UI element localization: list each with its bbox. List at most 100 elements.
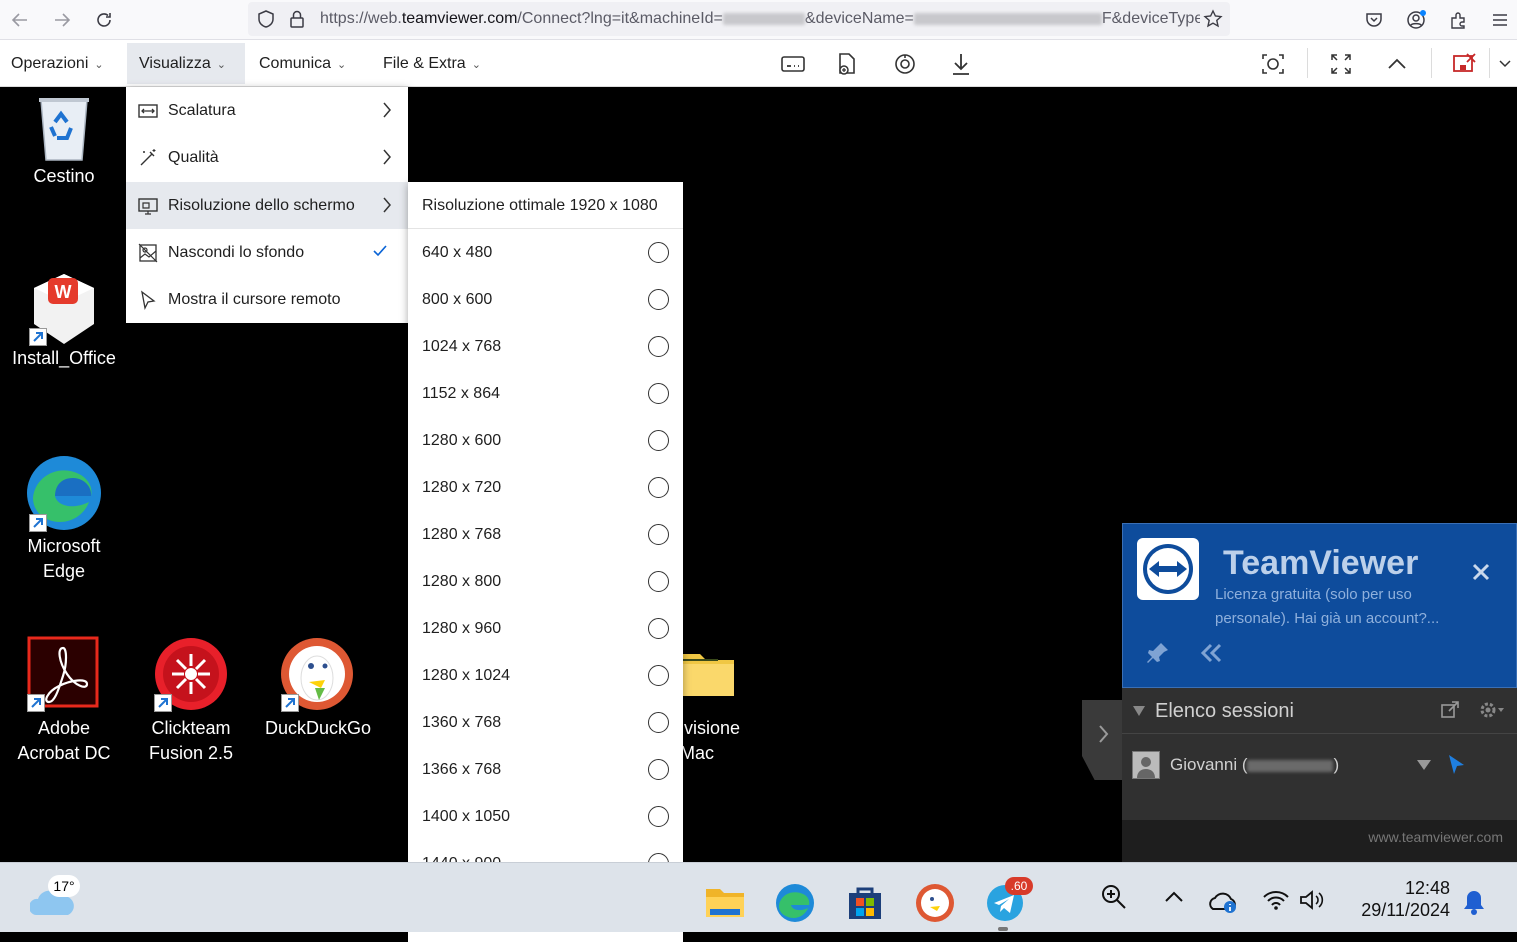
resolution-option-label: 1280 x 960 [422, 620, 502, 637]
chevron-right-icon [383, 197, 391, 213]
download-icon[interactable] [946, 49, 976, 79]
menu-item-screen-resolution[interactable]: Risoluzione dello schermo [126, 182, 408, 229]
url-bar[interactable]: https://web.teamviewer.com/Connect?lng=i… [248, 2, 1230, 36]
resolution-option[interactable]: 1152 x 864 [408, 370, 683, 417]
desktop-icon-duckduckgo[interactable]: DuckDuckGo [258, 636, 378, 741]
optimal-resolution-item[interactable]: Risoluzione ottimale 1920 x 1080 [408, 182, 683, 229]
volume-icon[interactable] [1298, 889, 1326, 911]
close-icon[interactable] [1469, 560, 1493, 584]
resolution-option[interactable]: 1366 x 768 [408, 746, 683, 793]
panel-expand-tab[interactable] [1082, 700, 1124, 780]
shield-icon[interactable] [256, 9, 276, 29]
menu-item-quality[interactable]: Qualità [126, 134, 408, 181]
resolution-option[interactable]: 1024 x 768 [408, 323, 683, 370]
radio-button[interactable] [648, 618, 669, 639]
resolution-option[interactable]: 1360 x 768 [408, 699, 683, 746]
account-icon[interactable] [1402, 6, 1430, 34]
menu-item-hide-wallpaper[interactable]: Nascondi lo sfondo [126, 229, 408, 276]
popout-icon[interactable] [1440, 700, 1460, 720]
shortcut-arrow-icon [154, 694, 172, 712]
resolution-option[interactable]: 1400 x 1050 [408, 793, 683, 840]
radio-button[interactable] [648, 759, 669, 780]
back-icon[interactable] [6, 6, 34, 34]
resolution-option[interactable]: 1280 x 960 [408, 605, 683, 652]
desktop-icon-clickteam-fusion[interactable]: Clickteam Fusion 2.5 [131, 636, 251, 766]
magnifier-icon[interactable] [1100, 883, 1128, 911]
resolution-option[interactable]: 1280 x 720 [408, 464, 683, 511]
file-transfer-icon[interactable] [832, 49, 862, 79]
menu-item-scaling[interactable]: Scalatura [126, 87, 408, 134]
teamviewer-footer-link[interactable]: www.teamviewer.com [1122, 820, 1517, 863]
chevron-right-icon [383, 102, 391, 118]
teamviewer-header: TeamViewer Licenza gratuita (solo per us… [1122, 523, 1517, 688]
keyboard-shortcut-icon[interactable] [778, 49, 808, 79]
menu-operazioni[interactable]: Operazioni ⌄ [1, 43, 114, 84]
clock[interactable]: 12:48 29/11/2024 [1340, 877, 1450, 921]
desktop-folder-label[interactable]: ivisione Mac [680, 716, 740, 766]
session-row[interactable]: Giovanni () [1122, 745, 1517, 790]
end-session-dropdown-icon[interactable] [1494, 49, 1516, 79]
shortcut-arrow-icon [27, 694, 45, 712]
radio-button[interactable] [648, 289, 669, 310]
radio-button[interactable] [648, 430, 669, 451]
resolution-option-label: 1280 x 600 [422, 432, 502, 449]
radio-button[interactable] [648, 383, 669, 404]
onedrive-icon[interactable] [1208, 889, 1240, 915]
chevron-up-icon[interactable] [1162, 889, 1186, 905]
radio-button[interactable] [648, 336, 669, 357]
taskbar-telegram[interactable]: .60 [985, 877, 1033, 923]
forward-icon[interactable] [48, 6, 76, 34]
menu-comunica[interactable]: Comunica ⌄ [249, 43, 356, 84]
pin-icon[interactable] [1145, 640, 1171, 666]
taskbar-edge[interactable] [775, 883, 815, 923]
record-session-icon[interactable] [890, 49, 920, 79]
bookmark-star-icon[interactable] [1203, 9, 1223, 29]
sessions-header[interactable]: Elenco sessioni [1122, 688, 1517, 734]
resolution-option[interactable]: 640 x 480 [408, 229, 683, 276]
resolution-option[interactable]: 1280 x 800 [408, 558, 683, 605]
resolution-option-label: 1280 x 1024 [422, 667, 511, 684]
desktop-icon-adobe-acrobat[interactable]: Adobe Acrobat DC [4, 636, 124, 766]
resolution-option[interactable]: 1280 x 600 [408, 417, 683, 464]
resolution-option[interactable]: 800 x 600 [408, 276, 683, 323]
radio-button[interactable] [648, 712, 669, 733]
notification-bell-icon[interactable] [1462, 889, 1486, 915]
taskbar-duckduckgo[interactable] [915, 883, 955, 923]
desktop-folder-icon[interactable] [678, 648, 734, 700]
url-text[interactable]: https://web.teamviewer.com/Connect?lng=i… [320, 2, 1200, 36]
desktop-icon-recycle-bin[interactable]: Cestino [4, 92, 124, 189]
remote-control-toolbar: Operazioni ⌄ Visualizza ⌄ Comunica ⌄ File &… [0, 40, 1517, 87]
remote-cursor-icon[interactable] [1446, 753, 1468, 777]
lock-icon[interactable] [288, 9, 306, 29]
resolution-option[interactable]: 1280 x 768 [408, 511, 683, 558]
desktop-icon-microsoft-edge[interactable]: Microsoft Edge [4, 454, 124, 584]
resolution-option[interactable]: 1280 x 1024 [408, 652, 683, 699]
radio-button[interactable] [648, 524, 669, 545]
menu-item-show-remote-cursor[interactable]: Mostra il cursore remoto [126, 276, 408, 323]
dropdown-triangle-icon[interactable] [1416, 759, 1432, 771]
screenshot-icon[interactable] [1258, 49, 1288, 79]
end-session-icon[interactable] [1450, 49, 1480, 79]
taskbar-store[interactable] [845, 883, 885, 923]
double-chevron-left-icon[interactable] [1199, 642, 1223, 664]
weather-widget[interactable]: 17° [30, 875, 80, 921]
hamburger-menu-icon[interactable] [1486, 6, 1514, 34]
extensions-icon[interactable] [1444, 6, 1472, 34]
pocket-icon[interactable] [1360, 6, 1388, 34]
menu-file-extra[interactable]: File & Extra ⌄ [373, 43, 491, 84]
radio-button[interactable] [648, 477, 669, 498]
radio-button[interactable] [648, 242, 669, 263]
fullscreen-icon[interactable] [1326, 49, 1356, 79]
wifi-icon[interactable] [1262, 889, 1290, 911]
collapse-toolbar-icon[interactable] [1382, 49, 1412, 79]
taskbar-file-explorer[interactable] [705, 883, 745, 923]
license-message[interactable]: Licenza gratuita (solo per uso personale… [1215, 583, 1439, 631]
menu-visualizza[interactable]: Visualizza ⌄ [127, 43, 245, 84]
weather-temp: 17° [48, 875, 80, 897]
settings-gear-icon[interactable] [1478, 700, 1506, 720]
radio-button[interactable] [648, 806, 669, 827]
radio-button[interactable] [648, 665, 669, 686]
desktop-icon-install-office[interactable]: W Install_Office [4, 272, 124, 371]
radio-button[interactable] [648, 571, 669, 592]
reload-icon[interactable] [90, 6, 118, 34]
